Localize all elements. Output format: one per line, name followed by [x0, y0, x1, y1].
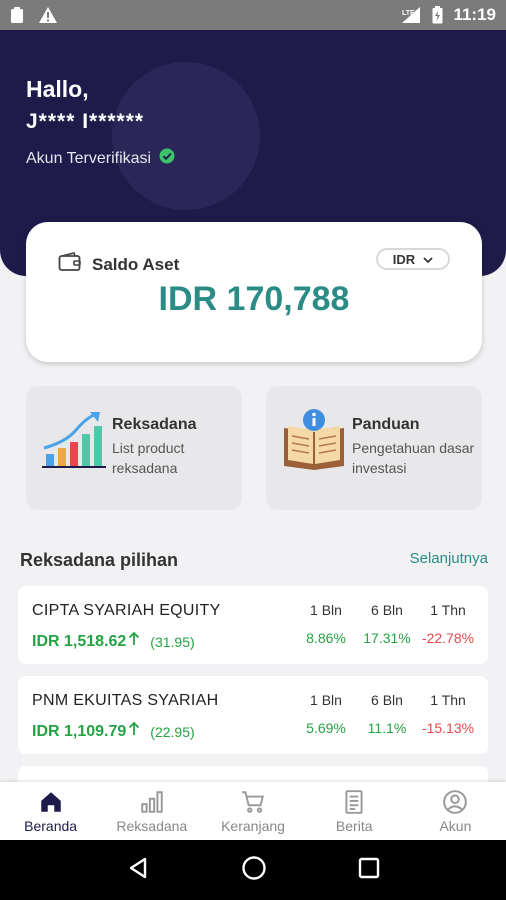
- currency-value: IDR: [392, 251, 416, 267]
- fund-card[interactable]: CIPTA SYARIAH EQUITY IDR 1,518.62 (31.95…: [18, 586, 488, 664]
- battery-icon: [432, 6, 443, 24]
- nav-label: Akun: [439, 818, 472, 834]
- verified-label: Akun Terverifikasi: [26, 149, 152, 167]
- fund-change: (22.95): [150, 723, 195, 740]
- clipboard-icon: [10, 6, 24, 24]
- arrow-up-icon: [128, 631, 140, 651]
- nav-reksadana[interactable]: Reksadana: [101, 782, 202, 840]
- news-icon: [345, 790, 363, 814]
- reksadana-menu-subtitle: List product reksadana: [112, 440, 185, 476]
- masked-username: J**** I******: [26, 110, 145, 133]
- bar-chart-icon: [141, 791, 163, 813]
- period-header-1m: 1 Bln: [310, 692, 342, 708]
- wallet-icon: [58, 252, 82, 277]
- fund-price-row: IDR 1,518.62 (31.95): [32, 631, 195, 651]
- return-1m: 8.86%: [306, 630, 346, 646]
- nav-label: Berita: [335, 818, 373, 834]
- return-1y: -15.13%: [421, 720, 475, 736]
- fund-price-row: IDR 1,109.79 (22.95): [32, 721, 195, 741]
- recents-icon[interactable]: [358, 857, 380, 884]
- return-1y: -22.78%: [421, 630, 475, 646]
- fund-change: (31.95): [150, 633, 195, 650]
- cart-icon: [242, 791, 264, 813]
- featured-funds-section: Reksadana pilihan Selanjutnya CIPTA SYAR…: [0, 534, 506, 786]
- fund-price: IDR 1,109.79: [32, 722, 127, 740]
- clock: 11:19: [453, 5, 496, 24]
- back-icon[interactable]: [126, 856, 150, 885]
- nav-label: Beranda: [24, 818, 78, 834]
- verified-check-icon: [159, 148, 175, 169]
- verified-status: Akun Terverifikasi: [26, 148, 175, 169]
- home-circle-icon[interactable]: [241, 855, 267, 886]
- bottom-navigation: Beranda Reksadana Keranjang Berita Akun: [0, 782, 506, 840]
- system-navigation-bar: [0, 840, 506, 900]
- fund-returns: 1 Bln 8.86% 6 Bln 17.31% 1 Thn -22.78%: [296, 602, 478, 646]
- period-header-1m: 1 Bln: [310, 602, 342, 618]
- balance-label: Saldo Aset: [92, 254, 180, 274]
- nav-akun[interactable]: Akun: [405, 782, 506, 840]
- balance-card: Saldo Aset IDR IDR 170,788: [26, 222, 482, 362]
- panduan-menu-subtitle: Pengetahuan dasar investasi: [352, 440, 475, 476]
- fund-name: CIPTA SYARIAH EQUITY: [32, 602, 221, 619]
- panduan-menu-title: Panduan: [352, 416, 420, 433]
- status-bar: LTE 11:19: [0, 0, 506, 30]
- fund-card[interactable]: PNM EKUITAS SYARIAH IDR 1,109.79 (22.95)…: [18, 676, 488, 754]
- svg-text:LTE: LTE: [402, 10, 415, 17]
- panduan-menu-card[interactable]: Panduan Pengetahuan dasar investasi: [266, 386, 482, 510]
- account-icon: [443, 790, 468, 814]
- fund-name: PNM EKUITAS SYARIAH: [32, 692, 219, 709]
- guide-book-icon: [282, 408, 346, 472]
- period-header-6m: 6 Bln: [371, 692, 403, 708]
- period-header-6m: 6 Bln: [371, 602, 403, 618]
- return-1m: 5.69%: [306, 720, 346, 736]
- return-6m: 11.1%: [367, 720, 407, 736]
- greeting-text: Hallo,: [26, 76, 89, 102]
- arrow-up-icon: [128, 721, 140, 741]
- nav-keranjang[interactable]: Keranjang: [202, 782, 303, 840]
- decorative-circle: [112, 62, 260, 210]
- nav-label: Keranjang: [221, 818, 285, 834]
- period-header-1y: 1 Thn: [430, 692, 466, 708]
- return-6m: 17.31%: [363, 630, 411, 646]
- reksadana-menu-title: Reksadana: [112, 416, 197, 433]
- nav-label: Reksadana: [116, 818, 188, 834]
- fund-price: IDR 1,518.62: [32, 632, 127, 650]
- nav-beranda[interactable]: Beranda: [0, 782, 101, 840]
- see-more-link[interactable]: Selanjutnya: [410, 550, 488, 567]
- home-icon: [40, 792, 61, 812]
- reksadana-menu-card[interactable]: Reksadana List product reksadana: [26, 386, 242, 510]
- warning-icon: [38, 6, 58, 24]
- balance-label-row: Saldo Aset: [58, 252, 179, 277]
- fund-returns: 1 Bln 5.69% 6 Bln 11.1% 1 Thn -15.13%: [296, 692, 478, 736]
- period-header-1y: 1 Thn: [430, 602, 466, 618]
- section-title: Reksadana pilihan: [20, 550, 179, 570]
- chevron-down-icon: [423, 252, 433, 267]
- growth-chart-icon: [42, 408, 106, 472]
- nav-berita[interactable]: Berita: [304, 782, 405, 840]
- currency-selector[interactable]: IDR: [376, 248, 450, 270]
- balance-amount: IDR 170,788: [158, 280, 350, 318]
- lte-signal-icon: LTE: [400, 6, 422, 24]
